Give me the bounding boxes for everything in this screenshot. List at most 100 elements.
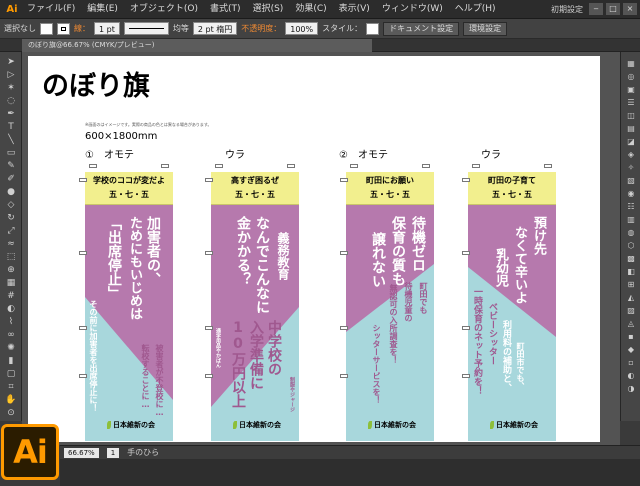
stroke-label[interactable]: 線：: [74, 23, 90, 34]
panel-icon-8[interactable]: ◈: [625, 149, 637, 160]
opacity-field[interactable]: 100%: [285, 22, 319, 35]
eyedropper-icon[interactable]: ⌇: [5, 316, 17, 328]
panel-icon-4[interactable]: ☰: [625, 97, 637, 108]
blend-icon[interactable]: ∞: [5, 329, 17, 341]
panel-icon-14[interactable]: ◍: [625, 227, 637, 238]
panel-icon-20[interactable]: ▨: [625, 305, 637, 316]
direct-selection-icon[interactable]: ▷: [5, 69, 17, 81]
app-icon[interactable]: Ai: [3, 2, 21, 17]
canvas-area[interactable]: のぼり旗 ※画面のはイメージです。実際の商品の色とは異なる場合があります。 60…: [22, 52, 620, 445]
panel-icon-19[interactable]: ◭: [625, 292, 637, 303]
panel-icon-10[interactable]: ▧: [625, 175, 637, 186]
banner-3[interactable]: 町田にお願い 五・七・五 待機ゼロ 保育の質も 譲れない 町田でも 待機児童の …: [346, 172, 434, 441]
document-settings-button[interactable]: ドキュメント設定: [383, 21, 460, 36]
banner-2-col-bottom-3: 10万円以上: [230, 320, 246, 408]
document-tab[interactable]: のぼり旗@66.67% (CMYK/プレビュー): [22, 39, 372, 52]
line-icon[interactable]: ╲: [5, 134, 17, 146]
blob-brush-icon[interactable]: ●: [5, 186, 17, 198]
scale-icon[interactable]: ⤢: [5, 225, 17, 237]
slice-icon[interactable]: ⌗: [5, 381, 17, 393]
panel-icon-18[interactable]: ⊞: [625, 279, 637, 290]
maximize-button[interactable]: □: [606, 3, 620, 15]
menu-edit[interactable]: 編集(E): [81, 0, 124, 19]
banner-4-side-loop-3: [462, 326, 470, 330]
banner-3-side-loop-2: [340, 251, 348, 255]
mesh-icon[interactable]: #: [5, 290, 17, 302]
menu-file[interactable]: ファイル(F): [21, 0, 81, 19]
pencil-icon[interactable]: ✐: [5, 173, 17, 185]
gradient-icon[interactable]: ◐: [5, 303, 17, 315]
banner-1-header-title: 学校のココが変だよ: [93, 176, 165, 185]
pen-icon[interactable]: ✒: [5, 108, 17, 120]
workspace-switcher[interactable]: 初期設定: [551, 4, 583, 15]
illustrator-window: Ai ファイル(F) 編集(E) オブジェクト(O) 書式(T) 選択(S) 効…: [0, 0, 640, 486]
lasso-icon[interactable]: ◌: [5, 95, 17, 107]
stroke-swatch[interactable]: [57, 22, 70, 35]
banner-1[interactable]: 学校のココが変だよ 五・七・五 加害者の、 ためにもいじめは 「出席停止」 その…: [85, 172, 173, 441]
panel-icon-23[interactable]: ◆: [625, 344, 637, 355]
rotate-icon[interactable]: ↻: [5, 212, 17, 224]
zoom-icon[interactable]: ⊙: [5, 407, 17, 419]
opacity-label[interactable]: 不透明度：: [241, 23, 281, 34]
style-swatch[interactable]: [366, 22, 380, 35]
menu-view[interactable]: 表示(V): [333, 0, 376, 19]
stroke-profile-preview[interactable]: [123, 22, 169, 35]
fill-swatch[interactable]: [40, 22, 53, 35]
panel-icon-21[interactable]: ◬: [625, 318, 637, 329]
artboard[interactable]: のぼり旗 ※画面のはイメージです。実際の商品の色とは異なる場合があります。 60…: [28, 56, 600, 442]
menu-type[interactable]: 書式(T): [204, 0, 247, 19]
zoom-field[interactable]: 66.67%: [64, 447, 99, 458]
brush-definition[interactable]: 2 pt 楕円: [192, 22, 238, 35]
panel-icon-15[interactable]: ⬡: [625, 240, 637, 251]
panel-icon-11[interactable]: ◉: [625, 188, 637, 199]
type-icon[interactable]: T: [5, 121, 17, 133]
paintbrush-icon[interactable]: ✎: [5, 160, 17, 172]
menu-window[interactable]: ウィンドウ(W): [376, 0, 449, 19]
banner-3-top-loop-2: [422, 164, 430, 168]
shape-builder-icon[interactable]: ⊕: [5, 264, 17, 276]
menu-effect[interactable]: 効果(C): [289, 0, 332, 19]
panel-icon-1[interactable]: ▦: [625, 58, 637, 69]
panel-icon-6[interactable]: ▤: [625, 123, 637, 134]
stroke-weight-field[interactable]: 1 pt: [94, 22, 120, 35]
width-icon[interactable]: ≈: [5, 238, 17, 250]
free-transform-icon[interactable]: ⬚: [5, 251, 17, 263]
panel-icon-3[interactable]: ▣: [625, 84, 637, 95]
rectangle-icon[interactable]: ▭: [5, 147, 17, 159]
selection-icon[interactable]: ➤: [5, 56, 17, 68]
minimize-button[interactable]: ‒: [589, 3, 603, 15]
panel-icon-12[interactable]: ☷: [625, 201, 637, 212]
hand-icon[interactable]: ✋: [5, 394, 17, 406]
banner-4[interactable]: 町田の子育て 五・七・五 預け先 なくて辛いよ 乳幼児 一時保育のネット予約を！…: [468, 172, 556, 441]
banner-3-side-loop-4: [340, 374, 348, 378]
magic-wand-icon[interactable]: ✶: [5, 82, 17, 94]
panel-icon-2[interactable]: ◎: [625, 71, 637, 82]
banner-3-header-title: 町田にお願い: [366, 176, 414, 185]
panel-icon-7[interactable]: ◪: [625, 136, 637, 147]
symbol-sprayer-icon[interactable]: ✺: [5, 342, 17, 354]
eraser-icon[interactable]: ◇: [5, 199, 17, 211]
panel-icon-22[interactable]: ▪: [625, 331, 637, 342]
panel-icon-26[interactable]: ◑: [625, 383, 637, 394]
menu-object[interactable]: オブジェクト(O): [124, 0, 204, 19]
panel-icon-5[interactable]: ◫: [625, 110, 637, 121]
panel-icon-9[interactable]: ✧: [625, 162, 637, 173]
panel-icon-25[interactable]: ◐: [625, 370, 637, 381]
menu-help[interactable]: ヘルプ(H): [449, 0, 502, 19]
panel-icon-13[interactable]: ▥: [625, 214, 637, 225]
close-button[interactable]: ×: [623, 3, 637, 15]
preferences-button[interactable]: 環境設定: [463, 21, 508, 36]
pair2-number: ②: [339, 150, 348, 161]
panel-icon-24[interactable]: ▫: [625, 357, 637, 368]
menu-select[interactable]: 選択(S): [247, 0, 290, 19]
artboard-navigator[interactable]: 1: [106, 447, 120, 458]
banner-2[interactable]: 高すぎ困るぜ 五・七・五 義務教育 なんでこんなに 金かかる？ 中学校の 入学準…: [211, 172, 299, 441]
stroke-profile-label[interactable]: 均等: [173, 23, 189, 34]
page-title: のぼり旗: [42, 71, 150, 102]
graph-icon[interactable]: ▮: [5, 355, 17, 367]
artboard-icon[interactable]: ▢: [5, 368, 17, 380]
panel-icon-17[interactable]: ◧: [625, 266, 637, 277]
perspective-icon[interactable]: ▦: [5, 277, 17, 289]
style-label: スタイル：: [322, 24, 363, 33]
panel-icon-16[interactable]: ▩: [625, 253, 637, 264]
